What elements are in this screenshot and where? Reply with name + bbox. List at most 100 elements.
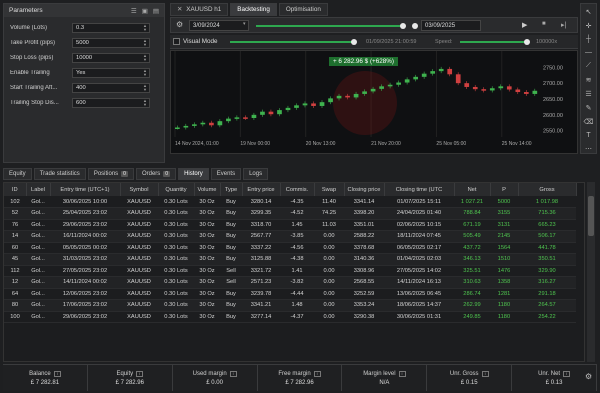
crosshair-icon[interactable]: ✛ bbox=[586, 22, 592, 30]
column-header[interactable]: Entry price bbox=[242, 183, 281, 196]
spinner-icon[interactable]: ▲ ▼ bbox=[143, 83, 147, 93]
results-tab-trade-statistics[interactable]: Trade statistics bbox=[33, 168, 86, 180]
info-icon[interactable]: i bbox=[229, 370, 237, 377]
column-header[interactable]: Quantity bbox=[158, 183, 195, 196]
column-header[interactable]: Volume bbox=[194, 183, 221, 196]
info-icon[interactable]: i bbox=[53, 370, 61, 377]
range-end-handle[interactable] bbox=[412, 23, 418, 29]
spinner-icon[interactable]: ▲ ▼ bbox=[143, 38, 147, 48]
param-input[interactable]: 0.3 ▲ ▼ bbox=[72, 22, 150, 33]
calendar-icon[interactable]: ▾ bbox=[243, 21, 246, 27]
table-row[interactable]: 100 Gol... 29/06/2025 23:02 XAUUSD 0.30 Lots… bbox=[4, 311, 576, 323]
spinner-icon[interactable]: ▲ ▼ bbox=[143, 53, 147, 63]
table-row[interactable]: 60 Gol... 05/05/2025 00:02 XAUUSD 0.30 Lots 3… bbox=[4, 242, 576, 254]
param-input[interactable]: 5000 ▲ ▼ bbox=[72, 37, 150, 48]
column-header[interactable]: ID bbox=[4, 183, 27, 196]
table-cell: XAUUSD bbox=[120, 265, 158, 277]
results-tab-label: Equity bbox=[9, 171, 26, 177]
speed-handle[interactable] bbox=[524, 39, 530, 45]
table-cell: Sell bbox=[220, 265, 242, 277]
status-settings-icon[interactable]: ⚙ bbox=[585, 372, 592, 381]
more-icon[interactable]: ⋯ bbox=[585, 145, 592, 153]
pen-icon[interactable]: ✎ bbox=[586, 104, 592, 112]
tab-optimisation[interactable]: Optimisation bbox=[278, 3, 328, 16]
table-row[interactable]: 76 Gol... 29/06/2025 23:02 XAUUSD 0.30 Lots 3… bbox=[4, 219, 576, 231]
trendline-icon[interactable]: ⟋ bbox=[586, 62, 591, 70]
eraser-icon[interactable]: ⌫ bbox=[584, 118, 594, 126]
cursor-icon[interactable]: ↖ bbox=[586, 8, 592, 16]
table-cell: 3155 bbox=[490, 207, 518, 220]
price-chart[interactable]: 2750.00 2700.00 2650.00 2600.00 2550.00 14 N… bbox=[170, 50, 578, 154]
info-icon[interactable]: i bbox=[136, 370, 144, 377]
column-header[interactable]: Swap bbox=[314, 183, 345, 196]
info-icon[interactable]: i bbox=[481, 370, 489, 377]
save-icon[interactable]: ▣ bbox=[142, 7, 148, 15]
column-header[interactable]: Gross bbox=[518, 183, 577, 196]
speed-slider[interactable] bbox=[460, 41, 526, 43]
start-date-value: 3/09/2024 bbox=[193, 22, 220, 29]
table-cell: 06/05/2025 02:17 bbox=[384, 242, 454, 254]
scroll-thumb[interactable] bbox=[588, 196, 594, 236]
spinner-icon[interactable]: ▲ ▼ bbox=[143, 98, 147, 108]
results-tab-equity[interactable]: Equity bbox=[3, 168, 32, 180]
progress-handle[interactable] bbox=[351, 39, 357, 45]
param-input[interactable]: Yes ▲ ▼ bbox=[72, 67, 150, 78]
param-input[interactable]: 400 ▲ ▼ bbox=[72, 82, 150, 93]
table-cell: 2567.77 bbox=[242, 230, 280, 243]
spinner-icon[interactable]: ▲ ▼ bbox=[143, 23, 147, 33]
end-date-input[interactable]: 03/09/2025 bbox=[421, 20, 481, 31]
stop-icon[interactable]: ■ bbox=[542, 21, 546, 27]
column-header[interactable]: Entry time (UTC+1) bbox=[50, 183, 121, 196]
text-icon[interactable]: T bbox=[586, 132, 590, 139]
settings-icon[interactable]: ☰ bbox=[131, 7, 137, 15]
results-tab-orders[interactable]: Orders 0 bbox=[135, 168, 177, 180]
step-icon[interactable]: ▸| bbox=[561, 21, 566, 29]
column-header[interactable]: P bbox=[490, 183, 519, 196]
channel-icon[interactable]: ≋ bbox=[586, 76, 592, 84]
table-cell: 11.03 bbox=[314, 219, 344, 231]
column-header[interactable]: Closing price bbox=[344, 183, 385, 196]
table-row[interactable]: 80 Gol... 17/06/2025 23:02 XAUUSD 0.30 Lots 3… bbox=[4, 299, 576, 312]
table-scrollbar[interactable] bbox=[587, 182, 595, 362]
table-row[interactable]: 112 Gol... 27/05/2025 23:02 XAUUSD 0.30 Lots… bbox=[4, 265, 576, 277]
menu-icon[interactable]: ▤ bbox=[153, 7, 159, 15]
table-cell: Buy bbox=[220, 230, 242, 243]
table-row[interactable]: 64 Gol... 12/06/2025 23:02 XAUUSD 0.30 Lots 3… bbox=[4, 288, 576, 300]
table-row[interactable]: 52 Gol... 25/04/2025 23:02 XAUUSD 0.30 Lots 3… bbox=[4, 207, 576, 220]
start-date-input[interactable]: 3/09/2024 bbox=[189, 20, 249, 31]
column-header[interactable]: Net bbox=[454, 183, 491, 196]
column-header[interactable]: Commis. bbox=[280, 183, 315, 196]
results-tab-history[interactable]: History bbox=[178, 168, 209, 180]
info-icon[interactable]: i bbox=[563, 370, 571, 377]
info-icon[interactable]: i bbox=[313, 370, 321, 377]
results-tab-positions[interactable]: Positions 0 bbox=[87, 168, 134, 180]
column-header[interactable]: Type bbox=[220, 183, 243, 196]
table-row[interactable]: 14 Gol... 16/11/2024 00:02 XAUUSD 0.30 Lots 3… bbox=[4, 230, 576, 243]
info-icon[interactable]: i bbox=[398, 370, 406, 377]
spinner-icon[interactable]: ▲ ▼ bbox=[143, 68, 147, 78]
visual-mode-checkbox[interactable] bbox=[173, 38, 180, 45]
horizontal-line-icon[interactable]: — bbox=[585, 49, 592, 56]
fibonacci-icon[interactable]: ☰ bbox=[585, 90, 591, 98]
vertical-line-icon[interactable]: ┼ bbox=[586, 36, 591, 43]
range-start-handle[interactable] bbox=[400, 23, 406, 29]
column-header[interactable]: Label bbox=[26, 183, 51, 196]
param-input[interactable]: 600 ▲ ▼ bbox=[72, 97, 150, 108]
table-row[interactable]: 102 Gol... 30/06/2025 10:00 XAUUSD 0.30 Lots… bbox=[4, 196, 576, 208]
results-tab-events[interactable]: Events bbox=[210, 168, 242, 180]
gear-icon[interactable]: ⚙ bbox=[176, 20, 183, 29]
table-cell: 25/04/2025 23:02 bbox=[50, 207, 120, 220]
param-input[interactable]: 10000 ▲ ▼ bbox=[72, 52, 150, 63]
table-cell: XAUUSD bbox=[120, 288, 158, 300]
backtest-range-slider[interactable] bbox=[256, 25, 404, 27]
column-header[interactable]: Closing time (UTC bbox=[384, 183, 455, 196]
column-header[interactable]: Symbol bbox=[120, 183, 159, 196]
results-tab-logs[interactable]: Logs bbox=[243, 168, 269, 180]
tab-symbol[interactable]: ✕ XAUUSD h1 bbox=[170, 3, 229, 16]
close-icon[interactable]: ✕ bbox=[177, 6, 182, 13]
table-row[interactable]: 12 Gol... 14/11/2024 00:02 XAUUSD 0.30 Lots 3… bbox=[4, 276, 576, 289]
play-icon[interactable]: ▶ bbox=[522, 21, 527, 29]
table-row[interactable]: 45 Gol... 31/03/2025 23:02 XAUUSD 0.30 Lots 3… bbox=[4, 253, 576, 266]
table-cell: 1.41 bbox=[280, 265, 314, 277]
tab-backtesting[interactable]: Backtesting bbox=[230, 3, 277, 16]
